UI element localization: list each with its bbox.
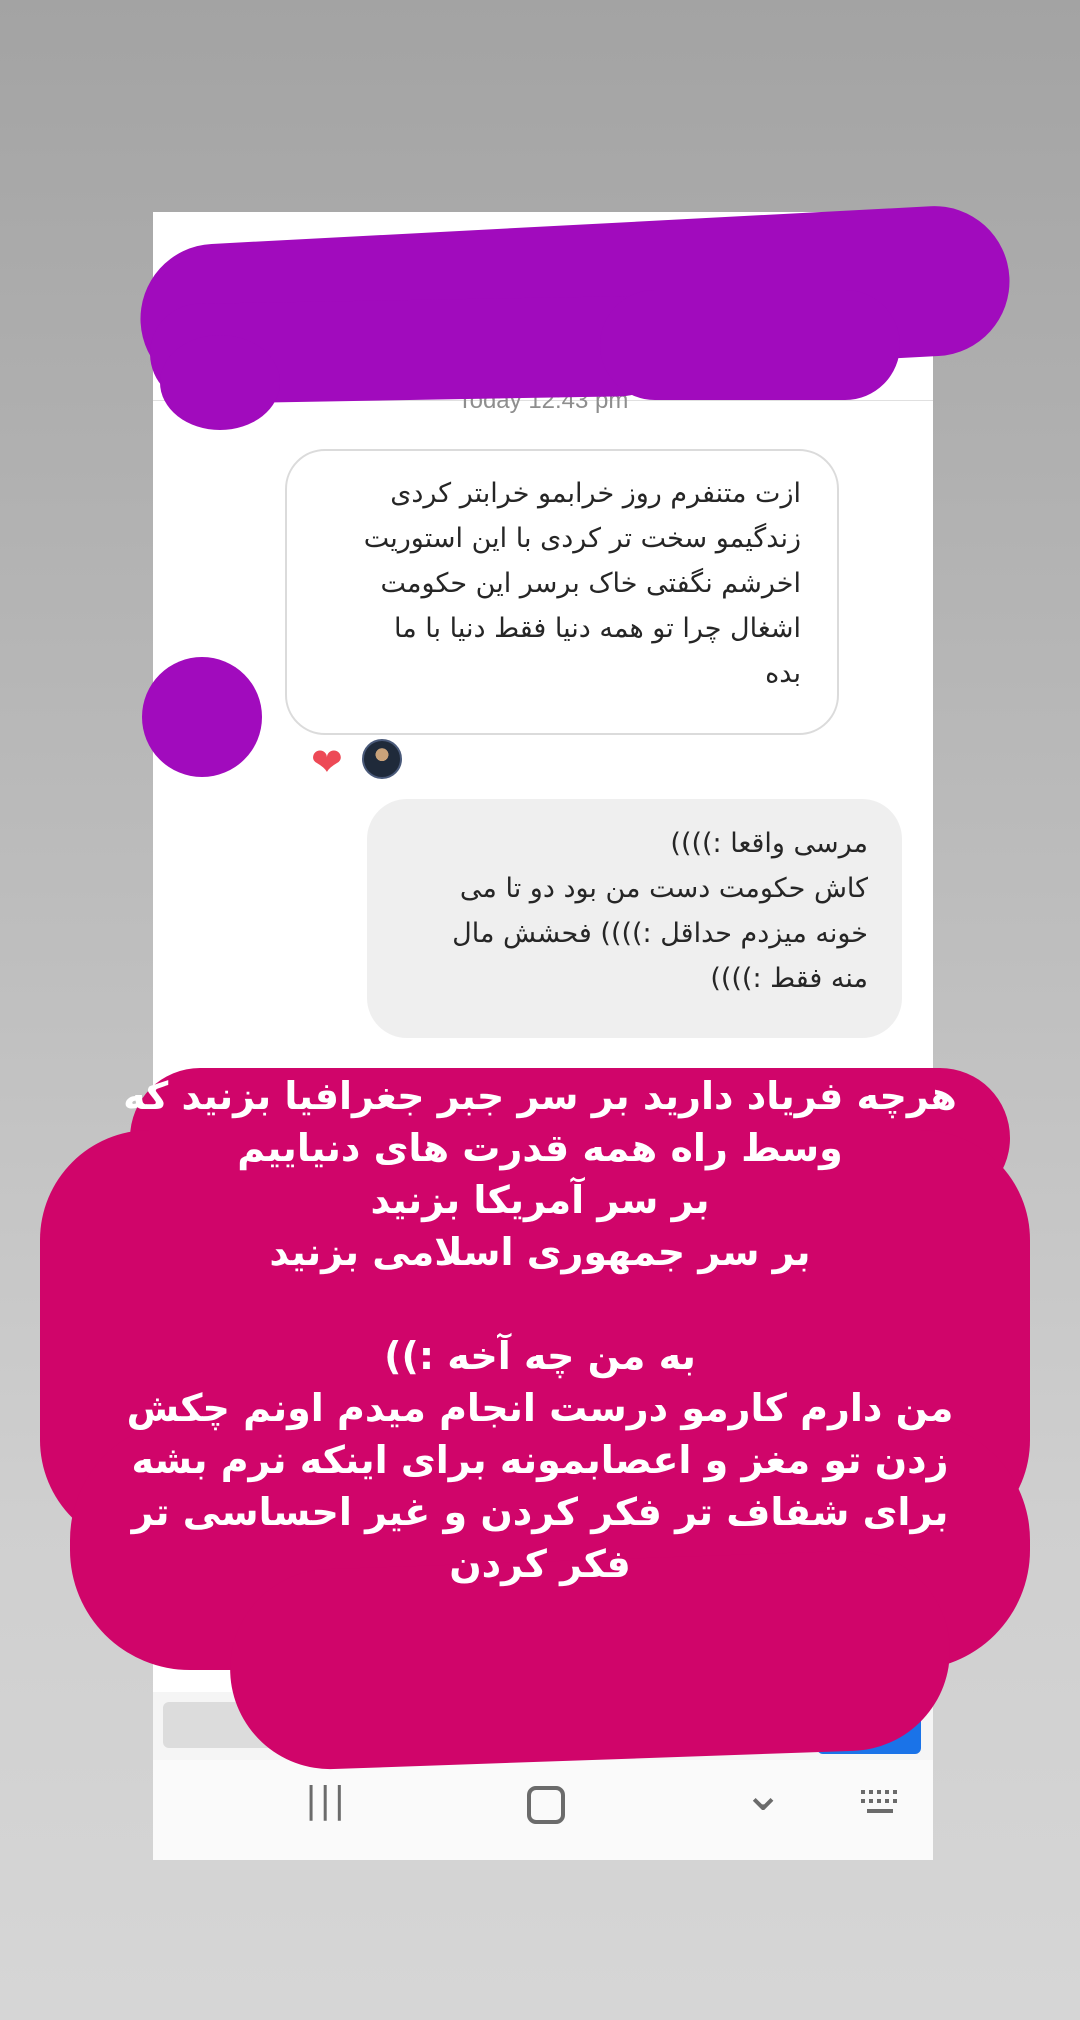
recent-apps-icon[interactable]: ||| (305, 1780, 347, 1821)
outgoing-message-bubble[interactable]: مرسی واقعا :)))) کاش حکومت دست من بود دو… (367, 799, 902, 1038)
message-line: منه فقط :)))) (710, 963, 868, 994)
message-line: کاش حکومت دست من بود دو تا می (459, 873, 868, 904)
message-line: مرسی واقعا :)))) (670, 828, 868, 859)
system-navbar: ||| ⌄ (153, 1760, 933, 1860)
keyboard-icon[interactable] (861, 1790, 903, 1816)
overlay-line: برای شفاف تر فکر کردن و غیر احساسی تر (131, 1490, 949, 1534)
overlay-line: فکر کردن (449, 1542, 631, 1586)
home-icon[interactable] (527, 1786, 565, 1824)
message-line: بده (765, 658, 801, 689)
overlay-line: به من چه آخه :)) (384, 1334, 696, 1378)
overlay-line: هرچه فریاد دارید بر سر جبر جغرافیا بزنید… (123, 1074, 957, 1118)
message-line: اخرشم نگفتی خاک برسر این حکومت (380, 568, 801, 599)
overlay-line (100, 1278, 980, 1330)
message-line: اشغال چرا تو همه دنیا فقط دنیا با ما (394, 613, 801, 644)
overlay-line: وسط راه همه قدرت های دنیاییم (237, 1126, 843, 1170)
message-line: زندگیمو سخت تر کردی با این استوریت (363, 523, 801, 554)
message-line: ازت متنفرم روز خرابمو خرابتر کردی (390, 478, 801, 509)
heart-icon[interactable]: ❤ (311, 740, 343, 784)
reactor-avatar[interactable] (362, 739, 402, 779)
back-icon[interactable]: ⌄ (743, 1766, 783, 1822)
overlay-text: هرچه فریاد دارید بر سر جبر جغرافیا بزنید… (100, 1070, 980, 1590)
overlay-line: من دارم کارمو درست انجام میدم اونم چکش (126, 1386, 954, 1430)
overlay-line: بر سر جمهوری اسلامی بزنید (269, 1230, 811, 1274)
overlay-line: زدن تو مغز و اعصابمونه برای اینکه نرم بش… (131, 1438, 949, 1482)
incoming-message-bubble[interactable]: ازت متنفرم روز خرابمو خرابتر کردی زندگیم… (285, 449, 839, 735)
message-line: خونه میزدم حداقل :)))) فحشش مال (452, 918, 868, 949)
overlay-line: بر سر آمریکا بزنید (370, 1178, 710, 1222)
